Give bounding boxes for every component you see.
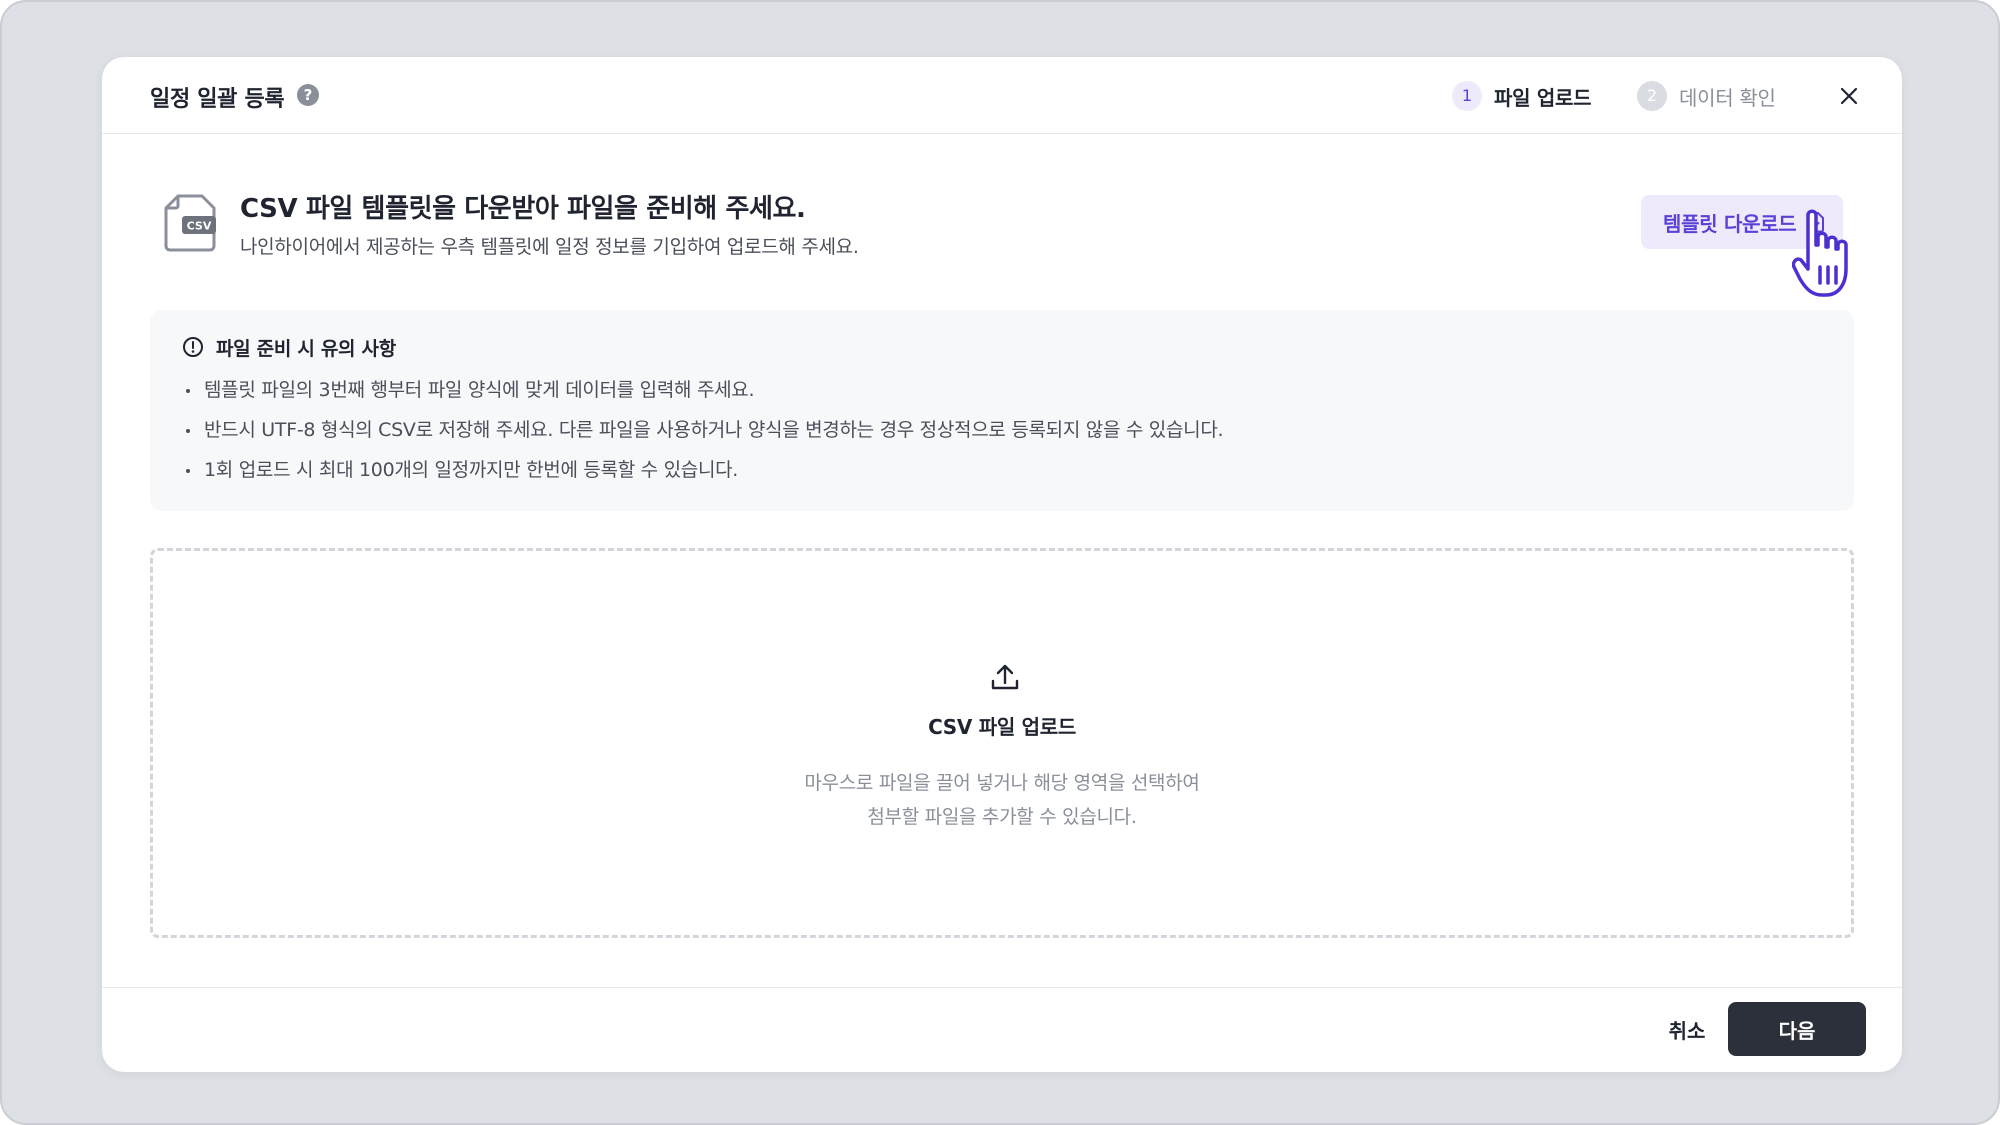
upload-desc-line: 마우스로 파일을 끌어 넣거나 해당 영역을 선택하여 — [804, 772, 1200, 794]
intro-heading: CSV 파일 템플릿을 다운받아 파일을 준비해 주세요. — [240, 194, 806, 224]
csv-dropzone[interactable]: CSV 파일 업로드 마우스로 파일을 끌어 넣거나 해당 영역을 선택하여 첨… — [150, 548, 1854, 938]
upload-title: CSV 파일 업로드 — [928, 715, 1076, 739]
notice-item: 1회 업로드 시 최대 100개의 일정까지만 한번에 등록할 수 있습니다. — [182, 456, 1223, 496]
bulk-schedule-modal: 일정 일괄 등록 ? 1 파일 업로드 2 데이터 확인 CSV CSV 파일 … — [102, 57, 1902, 1072]
intro-subtext: 나인하이어에서 제공하는 우측 템플릿에 일정 정보를 기입하여 업로드해 주세… — [240, 236, 859, 258]
close-icon[interactable] — [1837, 84, 1861, 108]
modal-title: 일정 일괄 등록 — [150, 87, 285, 112]
csv-file-icon-label: CSV — [187, 220, 212, 233]
notice-title: 파일 준비 시 유의 사항 — [216, 338, 396, 360]
step-number: 2 — [1637, 81, 1667, 111]
notice-item: 템플릿 파일의 3번째 행부터 파일 양식에 맞게 데이터를 입력해 주세요. — [182, 376, 1223, 416]
upload-description: 마우스로 파일을 끌어 넣거나 해당 영역을 선택하여 첨부할 파일을 추가할 … — [153, 766, 1851, 834]
notice-box: 파일 준비 시 유의 사항 템플릿 파일의 3번째 행부터 파일 양식에 맞게 … — [150, 310, 1854, 511]
csv-file-icon: CSV — [164, 194, 216, 252]
step-data-confirm: 2 데이터 확인 — [1637, 80, 1776, 112]
modal-header: 일정 일괄 등록 ? 1 파일 업로드 2 데이터 확인 — [102, 57, 1902, 134]
step-label: 데이터 확인 — [1679, 85, 1776, 110]
hand-pointer-icon — [1792, 209, 1848, 297]
step-number: 1 — [1452, 81, 1482, 111]
upload-icon — [991, 664, 1019, 690]
question-circle-icon[interactable]: ? — [297, 84, 319, 106]
template-download-label: 템플릿 다운로드 — [1663, 211, 1797, 236]
modal-backdrop: 일정 일괄 등록 ? 1 파일 업로드 2 데이터 확인 CSV CSV 파일 … — [0, 0, 2000, 1125]
alert-circle-icon — [183, 337, 203, 357]
notice-list: 템플릿 파일의 3번째 행부터 파일 양식에 맞게 데이터를 입력해 주세요. … — [182, 376, 1224, 496]
modal-footer: 취소 다음 — [102, 987, 1902, 1072]
cancel-button[interactable]: 취소 — [1642, 1002, 1732, 1056]
upload-desc-line: 첨부할 파일을 추가할 수 있습니다. — [867, 806, 1137, 828]
step-file-upload: 1 파일 업로드 — [1452, 80, 1591, 112]
step-label: 파일 업로드 — [1494, 85, 1592, 110]
next-button[interactable]: 다음 — [1728, 1002, 1866, 1056]
notice-item: 반드시 UTF-8 형식의 CSV로 저장해 주세요. 다른 파일을 사용하거나… — [182, 416, 1224, 456]
